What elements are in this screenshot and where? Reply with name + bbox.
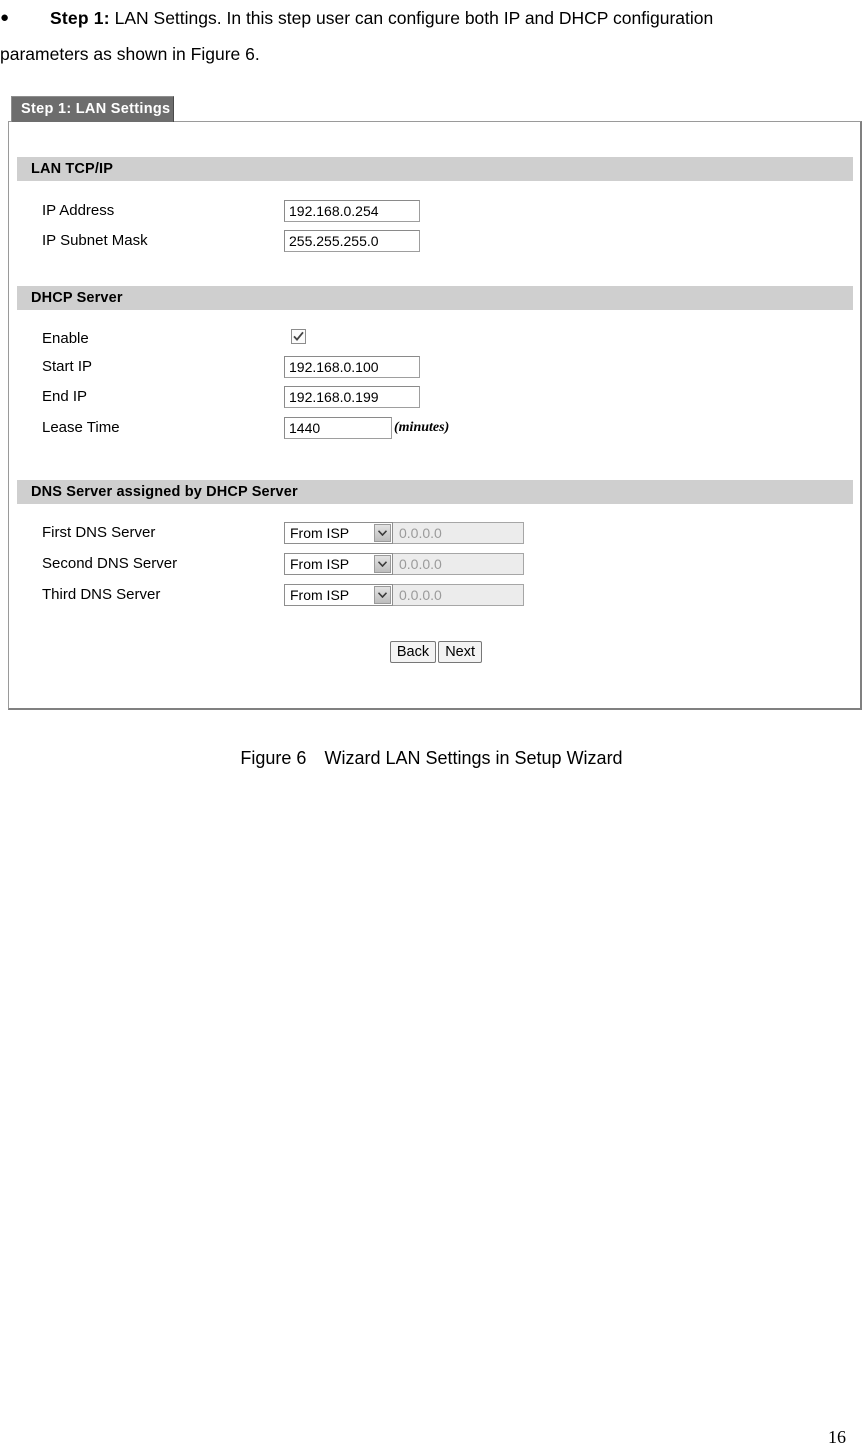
step-paragraph: ● Step 1: LAN Settings. In this step user…	[0, 0, 863, 72]
select-first-dns-source[interactable]: From ISP	[284, 522, 393, 544]
row-ip-address: IP Address 192.168.0.254	[9, 200, 863, 224]
settings-panel: LAN TCP/IP IP Address 192.168.0.254 IP S…	[8, 121, 862, 710]
input-lease-time[interactable]: 1440	[284, 417, 392, 439]
chevron-down-icon[interactable]	[374, 586, 391, 604]
row-start-ip: Start IP 192.168.0.100	[9, 356, 863, 380]
tab-step-1-lan-settings[interactable]: Step 1: LAN Settings	[11, 96, 174, 122]
section-header-dns-server: DNS Server assigned by DHCP Server	[17, 480, 853, 504]
label-third-dns-server: Third DNS Server	[42, 586, 161, 603]
next-button[interactable]: Next	[438, 641, 483, 663]
select-third-dns-source[interactable]: From ISP	[284, 584, 393, 606]
section-header-dhcp-server: DHCP Server	[17, 286, 853, 310]
row-lease-time: Lease Time 1440 (minutes)	[9, 417, 863, 441]
input-third-dns-address[interactable]: 0.0.0.0	[393, 584, 524, 606]
label-first-dns-server: First DNS Server	[42, 524, 156, 541]
row-dhcp-enable: Enable	[9, 328, 863, 352]
row-ip-subnet-mask: IP Subnet Mask 255.255.255.0	[9, 230, 863, 254]
row-second-dns-server: Second DNS Server From ISP 0.0.0.0	[9, 553, 863, 577]
input-end-ip[interactable]: 192.168.0.199	[284, 386, 420, 408]
chevron-down-icon[interactable]	[374, 524, 391, 542]
step-label: Step 1:	[50, 8, 110, 28]
combo-third-dns-server: From ISP 0.0.0.0	[284, 584, 524, 606]
figure-caption: Figure 6 Wizard LAN Settings in Setup Wiz…	[0, 748, 863, 769]
label-lease-time-units: (minutes)	[394, 420, 450, 435]
select-second-dns-source[interactable]: From ISP	[284, 553, 393, 575]
label-start-ip: Start IP	[42, 358, 93, 375]
wizard-button-row: Back Next	[9, 641, 863, 663]
row-third-dns-server: Third DNS Server From ISP 0.0.0.0	[9, 584, 863, 608]
chevron-down-icon[interactable]	[374, 555, 391, 573]
input-second-dns-address[interactable]: 0.0.0.0	[393, 553, 524, 575]
label-second-dns-server: Second DNS Server	[42, 555, 178, 572]
label-ip-subnet-mask: IP Subnet Mask	[42, 232, 148, 249]
figure-number: Figure 6	[240, 748, 307, 768]
label-end-ip: End IP	[42, 388, 88, 405]
section-header-lan-tcpip: LAN TCP/IP	[17, 157, 853, 181]
input-ip-subnet-mask[interactable]: 255.255.255.0	[284, 230, 420, 252]
paragraph-line-1: LAN Settings. In this step user can conf…	[114, 8, 714, 28]
input-first-dns-address[interactable]: 0.0.0.0	[393, 522, 524, 544]
bullet-icon: ●	[0, 9, 10, 26]
combo-second-dns-server: From ISP 0.0.0.0	[284, 553, 524, 575]
combo-first-dns-server: From ISP 0.0.0.0	[284, 522, 524, 544]
input-ip-address[interactable]: 192.168.0.254	[284, 200, 420, 222]
paragraph-line-2: parameters as shown in Figure 6.	[0, 44, 260, 64]
row-end-ip: End IP 192.168.0.199	[9, 386, 863, 410]
label-ip-address: IP Address	[42, 202, 115, 219]
router-ui-screenshot: Step 1: LAN Settings LAN TCP/IP IP Addre…	[8, 96, 862, 710]
input-start-ip[interactable]: 192.168.0.100	[284, 356, 420, 378]
label-lease-time: Lease Time	[42, 419, 120, 436]
page-number: 16	[828, 1427, 846, 1447]
back-button[interactable]: Back	[389, 641, 437, 663]
label-dhcp-enable: Enable	[42, 330, 89, 347]
figure-title: Wizard LAN Settings in Setup Wizard	[324, 748, 623, 768]
row-first-dns-server: First DNS Server From ISP 0.0.0.0	[9, 522, 863, 546]
checkbox-dhcp-enable[interactable]	[291, 329, 306, 344]
